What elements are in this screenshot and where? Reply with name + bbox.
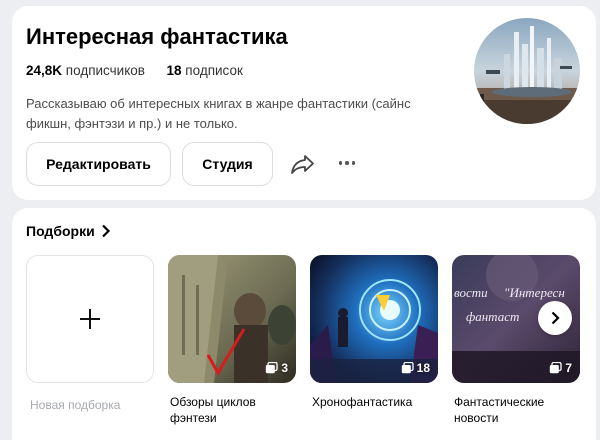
new-collection-tile[interactable] [26, 255, 154, 383]
subscribers-label: подписчиков [65, 63, 145, 78]
collection-count: 18 [401, 361, 430, 375]
more-dots-icon[interactable] [334, 156, 360, 170]
channel-title: Интересная фантастика [26, 24, 288, 49]
collections-header-link[interactable]: Подборки [26, 223, 111, 239]
collection-caption[interactable]: Фантастические новости [454, 394, 584, 426]
channel-description: Рассказываю об интересных книгах в жанре… [26, 96, 411, 131]
studio-button[interactable]: Студия [182, 142, 273, 186]
stack-icon [550, 362, 562, 374]
carousel-next-button[interactable] [538, 301, 572, 335]
channel-avatar[interactable] [474, 18, 580, 124]
collection-count-value: 7 [565, 361, 572, 375]
collection-count-value: 3 [281, 361, 288, 375]
collections-title: Подборки [26, 223, 95, 239]
plus-icon [80, 309, 100, 329]
share-arrow-icon[interactable] [290, 152, 316, 176]
cover-text: "Интересн [504, 285, 565, 300]
subscribers-count: 24,8K [26, 63, 63, 78]
cover-text: вости [454, 285, 488, 300]
stack-icon [266, 362, 278, 374]
collection-count: 3 [265, 361, 288, 375]
collection-caption[interactable]: Хронофантастика [312, 394, 442, 410]
collections-section: Подборки Новая подборка 3 Обзоры циклов … [12, 208, 596, 440]
new-collection-label: Новая подборка [30, 398, 121, 412]
stack-icon [401, 362, 414, 374]
channel-header-card: Интересная фантастика 24,8K подписчиков … [12, 6, 596, 200]
subscriptions-stat[interactable]: 18 подписок [167, 63, 243, 78]
subscriptions-label: подписок [185, 63, 243, 78]
chevron-right-icon [551, 311, 560, 325]
subscribers-stat[interactable]: 24,8K подписчиков [26, 63, 149, 78]
avatar-image [474, 18, 580, 124]
collection-caption[interactable]: Обзоры циклов фэнтези [170, 394, 300, 426]
collection-card-fantasy-cycles[interactable]: 3 [168, 255, 296, 383]
edit-button[interactable]: Редактировать [26, 142, 171, 186]
subscriptions-count: 18 [166, 63, 182, 78]
collection-count: 7 [549, 361, 572, 375]
channel-stats: 24,8K подписчиков 18 подписок [26, 63, 243, 78]
collection-card-chronofantastika[interactable]: 18 [310, 255, 438, 383]
collection-count-value: 18 [416, 361, 430, 375]
cover-text: фантаст [466, 309, 520, 324]
chevron-right-icon [101, 224, 110, 238]
